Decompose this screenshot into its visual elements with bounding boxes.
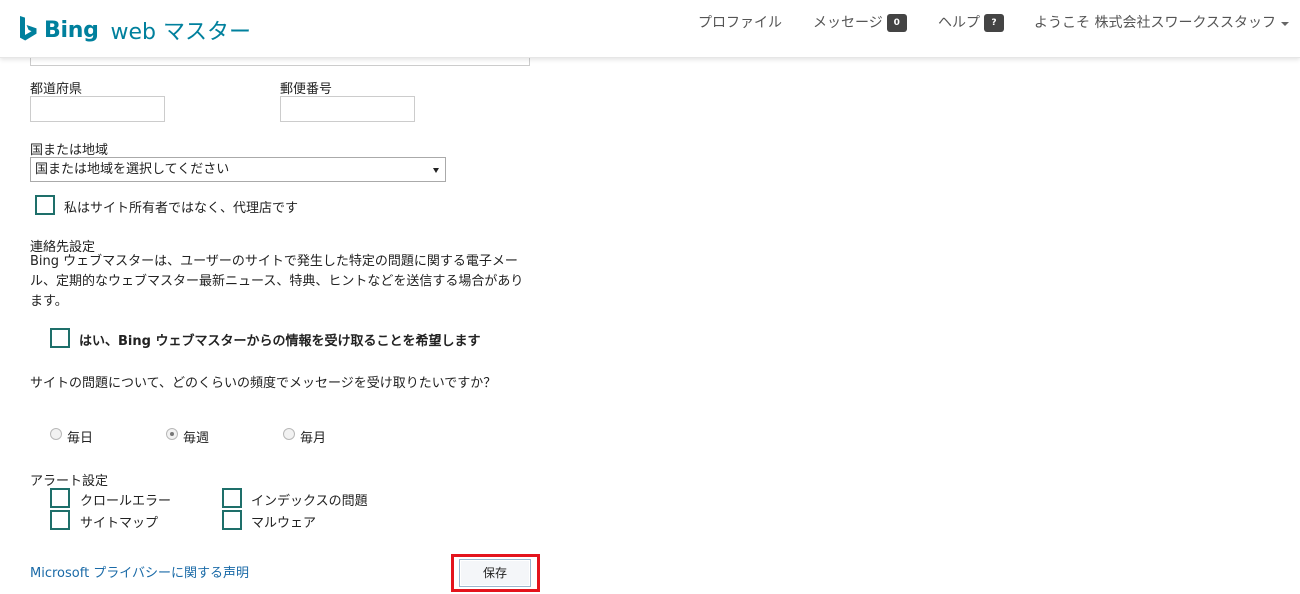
privacy-statement-link[interactable]: Microsoft プライバシーに関する声明	[30, 562, 249, 581]
country-label: 国または地域	[30, 143, 109, 158]
sitemap-label: サイトマップ	[80, 516, 159, 531]
sitemap-checkbox[interactable]	[50, 510, 70, 530]
agency-label: 私はサイト所有者ではなく、代理店です	[64, 201, 299, 216]
nav-messages-label: メッセージ	[813, 15, 883, 31]
radio-monthly-label: 毎月	[300, 431, 327, 446]
optin-checkbox[interactable]	[50, 328, 70, 348]
help-badge: ?	[984, 14, 1004, 32]
chevron-down-icon	[1281, 22, 1290, 26]
postal-code-input[interactable]	[280, 96, 415, 122]
crawl-error-checkbox[interactable]	[50, 488, 70, 508]
malware-label: マルウェア	[251, 516, 317, 531]
logo-product-text: web マスター	[110, 20, 252, 45]
contact-settings-description: Bing ウェブマスターは、ユーザーのサイトで発生した特定の問題に関する電子メー…	[30, 254, 524, 309]
radio-weekly[interactable]	[166, 428, 178, 440]
nav-help[interactable]: ヘルプ ?	[938, 13, 1004, 33]
bing-b-icon	[20, 16, 37, 41]
optin-label: はい、Bing ウェブマスターからの情報を受け取ることを希望します	[79, 334, 481, 349]
index-issue-checkbox[interactable]	[222, 488, 242, 508]
welcome-text: ようこそ 株式会社スワークススタッフ	[1034, 15, 1277, 31]
prefecture-input[interactable]	[30, 96, 165, 122]
prefecture-label: 都道府県	[30, 82, 83, 97]
crawl-error-label: クロールエラー	[80, 494, 172, 509]
country-select[interactable]: 国または地域を選択してください	[30, 157, 446, 182]
user-menu[interactable]: ようこそ 株式会社スワークススタッフ	[1034, 13, 1290, 33]
nav-help-label: ヘルプ	[938, 15, 980, 31]
top-header: Bing web マスター プロファイル メッセージ 0 ヘルプ ? ようこそ …	[0, 0, 1300, 58]
messages-count-badge: 0	[886, 14, 907, 32]
save-button[interactable]: 保存	[459, 559, 531, 587]
agency-checkbox[interactable]	[35, 195, 55, 215]
nav-profile-label: プロファイル	[698, 15, 782, 31]
country-select-value: 国または地域を選択してください	[35, 162, 230, 177]
radio-daily[interactable]	[50, 428, 62, 440]
dropdown-arrow-icon	[433, 168, 439, 173]
postal-code-label: 郵便番号	[280, 82, 333, 97]
frequency-question: サイトの問題について、どのくらいの頻度でメッセージを受け取りたいですか？	[30, 376, 497, 391]
bing-webmaster-logo[interactable]: Bing web マスター	[18, 14, 251, 46]
nav-messages[interactable]: メッセージ 0	[813, 13, 907, 33]
index-issue-label: インデックスの問題	[251, 494, 368, 509]
malware-checkbox[interactable]	[222, 510, 242, 530]
radio-weekly-label: 毎週	[183, 431, 210, 446]
nav-profile[interactable]: プロファイル	[698, 13, 782, 33]
logo-brand-text: Bing	[44, 17, 99, 43]
radio-monthly[interactable]	[283, 428, 295, 440]
alert-settings-heading: アラート設定	[30, 474, 109, 489]
radio-daily-label: 毎日	[67, 431, 94, 446]
